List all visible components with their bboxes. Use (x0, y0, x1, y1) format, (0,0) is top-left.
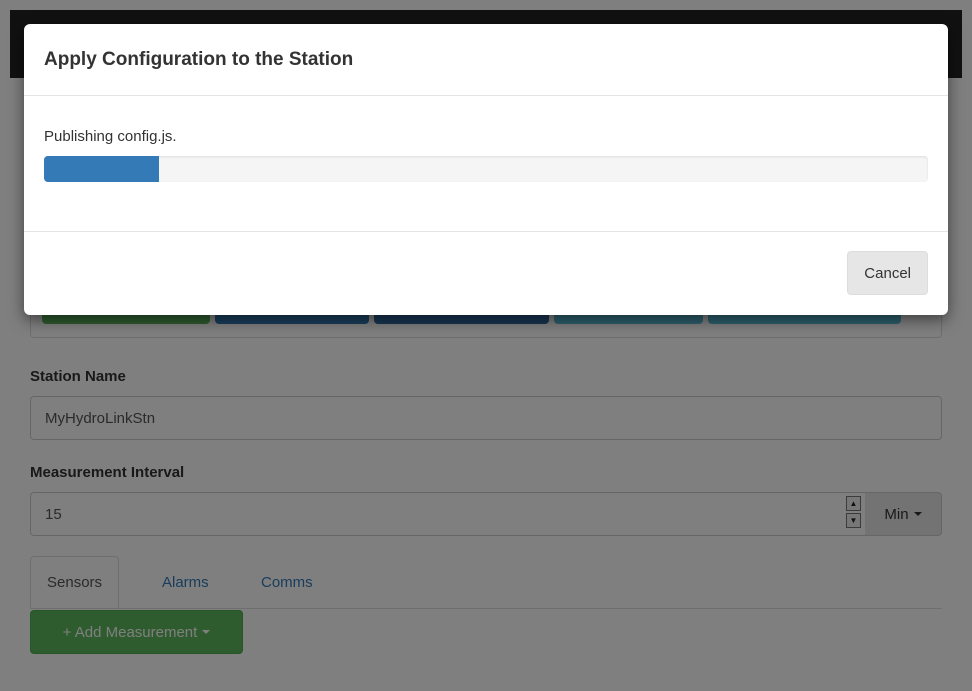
publish-progress-bar (44, 156, 928, 182)
apply-config-modal: Apply Configuration to the Station Publi… (24, 24, 948, 315)
modal-body: Publishing config.js. (24, 96, 948, 232)
cancel-button[interactable]: Cancel (847, 251, 928, 295)
progress-fill (44, 156, 159, 182)
modal-title: Apply Configuration to the Station (44, 48, 354, 70)
modal-footer: Cancel (24, 232, 948, 314)
publishing-status-text: Publishing config.js. (44, 128, 177, 145)
modal-header: Apply Configuration to the Station (24, 24, 948, 96)
